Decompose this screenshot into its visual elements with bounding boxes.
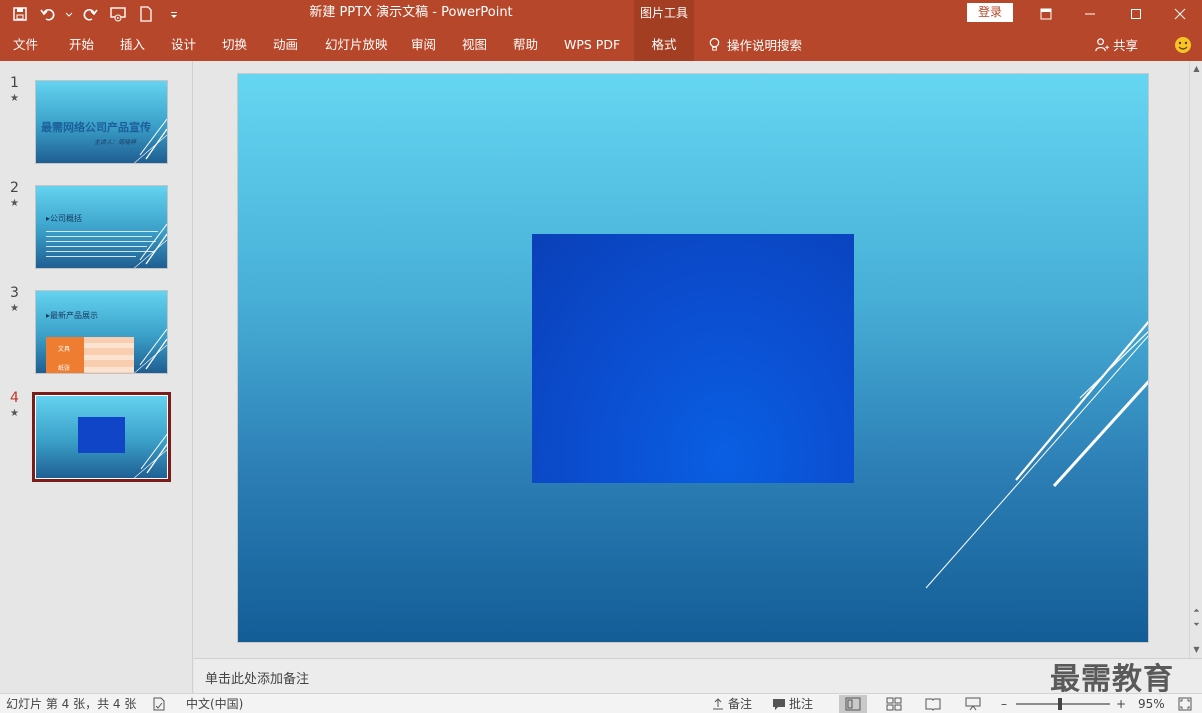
quick-access-toolbar (8, 0, 186, 28)
scroll-down-icon[interactable]: ▼ (1190, 644, 1202, 656)
maximize-button[interactable] (1114, 0, 1158, 28)
notes-placeholder[interactable]: 单击此处添加备注 (205, 668, 309, 687)
chevron-down-icon (65, 12, 73, 17)
context-tab-picture-tools: 图片工具 (634, 0, 694, 28)
slide-thumbnails-pane: 1 ★ 最需网络公司产品宣传 主讲人：周晓婷 2 ★ ▸公司概括 3 ★ ▸最新… (0, 61, 193, 693)
customize-icon (171, 12, 177, 18)
ribbon-display-options-button[interactable] (1024, 0, 1068, 28)
close-button[interactable] (1158, 0, 1202, 28)
slide-number: 2 (10, 180, 19, 196)
animation-star-icon: ★ (10, 303, 19, 314)
save-icon (13, 7, 27, 21)
animation-star-icon: ★ (10, 198, 19, 209)
share-button[interactable]: 共享 (1094, 28, 1138, 61)
zoom-level[interactable]: 95% (1138, 694, 1165, 713)
normal-view-icon (845, 697, 861, 711)
tab-file[interactable]: 文件 (13, 28, 38, 61)
decorative-lines (133, 328, 167, 373)
comment-icon (773, 699, 785, 710)
fit-slide-button[interactable] (1178, 694, 1192, 713)
undo-icon (40, 9, 55, 21)
slide-sorter-icon (886, 697, 902, 711)
customize-qat-button[interactable] (162, 2, 186, 26)
minimize-icon (1085, 13, 1095, 15)
share-label: 共享 (1113, 38, 1139, 53)
tell-me-search[interactable]: 操作说明搜索 (708, 28, 802, 61)
tab-design[interactable]: 设计 (171, 28, 196, 61)
fit-to-window-icon (1178, 697, 1192, 711)
slide-thumbnail-3[interactable]: ▸最新产品展示 文具 纸张 (35, 290, 168, 374)
tab-view[interactable]: 视图 (462, 28, 487, 61)
reading-view-icon (925, 698, 941, 711)
zoom-in-button[interactable]: + (1116, 694, 1126, 713)
slide-thumbnail-1[interactable]: 最需网络公司产品宣传 主讲人：周晓婷 (35, 80, 168, 164)
tab-transitions[interactable]: 切换 (222, 28, 247, 61)
slide-number: 3 (10, 285, 19, 301)
undo-button[interactable] (36, 2, 60, 26)
slideshow-view-button[interactable] (959, 695, 987, 713)
notes-button-label: 备注 (728, 697, 753, 711)
close-icon (1174, 8, 1186, 20)
next-slide-icon[interactable]: ⏷ (1190, 619, 1202, 631)
login-button[interactable]: 登录 (967, 3, 1013, 22)
vertical-scrollbar[interactable]: ▲ ⏶ ⏷ ▼ (1189, 61, 1202, 658)
tab-wps-pdf[interactable]: WPS PDF (564, 28, 620, 61)
ribbon-display-icon (1040, 8, 1052, 20)
slideshow-icon (110, 7, 126, 22)
slide-number: 1 (10, 75, 19, 91)
normal-view-button[interactable] (839, 695, 867, 713)
reading-view-button[interactable] (919, 695, 947, 713)
feedback-smiley-icon[interactable] (1174, 36, 1192, 54)
previous-slide-icon[interactable]: ⏶ (1190, 605, 1202, 617)
language-indicator[interactable]: 中文(中国) (186, 694, 243, 713)
tell-me-label: 操作说明搜索 (727, 38, 803, 53)
redo-button[interactable] (78, 2, 102, 26)
new-file-icon (140, 6, 152, 22)
tab-slideshow[interactable]: 幻灯片放映 (325, 28, 388, 61)
tab-home[interactable]: 开始 (69, 28, 94, 61)
watermark: 最需教育 (1050, 662, 1174, 697)
save-button[interactable] (8, 2, 32, 26)
status-bar: 幻灯片 第 4 张，共 4 张 中文(中国) 备注 批注 – + 95% (0, 693, 1202, 713)
tab-insert[interactable]: 插入 (120, 28, 145, 61)
slideshow-icon (965, 697, 981, 711)
tab-help[interactable]: 帮助 (513, 28, 538, 61)
slide-number: 4 (10, 390, 19, 406)
start-from-beginning-button[interactable] (106, 2, 130, 26)
lightbulb-icon (709, 37, 720, 51)
current-slide-canvas[interactable] (237, 73, 1149, 643)
slide-thumbnail-2[interactable]: ▸公司概括 (35, 185, 168, 269)
comments-button[interactable]: 批注 (772, 694, 813, 713)
notes-button[interactable]: 备注 (711, 694, 752, 713)
maximize-icon (1131, 9, 1141, 19)
decorative-lines (133, 118, 167, 163)
notes-icon (713, 698, 723, 710)
tab-format[interactable]: 格式 (634, 28, 694, 61)
undo-dropdown[interactable] (64, 2, 74, 26)
redo-icon (83, 9, 98, 21)
new-file-button[interactable] (134, 2, 158, 26)
decorative-lines (133, 223, 167, 268)
spell-check-icon (153, 697, 165, 711)
zoom-slider-track[interactable] (1016, 703, 1110, 705)
minimize-button[interactable] (1068, 0, 1112, 28)
spell-check-button[interactable] (152, 694, 166, 713)
title-bar: 新建 PPTX 演示文稿 - PowerPoint 图片工具 登录 (0, 0, 1202, 28)
slide-sorter-view-button[interactable] (880, 695, 908, 713)
slide-info: 幻灯片 第 4 张，共 4 张 (6, 697, 137, 711)
decorative-lines (925, 320, 1148, 589)
slide-thumbnail-4[interactable] (32, 392, 171, 482)
tab-animations[interactable]: 动画 (273, 28, 298, 61)
animation-star-icon: ★ (10, 93, 19, 104)
tab-review[interactable]: 审阅 (411, 28, 436, 61)
scroll-up-icon[interactable]: ▲ (1190, 63, 1202, 75)
decorative-lines (132, 432, 168, 479)
animation-star-icon: ★ (10, 408, 19, 419)
zoom-out-button[interactable]: – (1001, 694, 1007, 713)
person-icon (1095, 38, 1109, 52)
comments-button-label: 批注 (789, 697, 814, 711)
ribbon-tabs: 文件 开始 插入 设计 切换 动画 幻灯片放映 审阅 视图 帮助 WPS PDF… (0, 28, 1202, 61)
zoom-slider-thumb[interactable] (1058, 698, 1062, 710)
